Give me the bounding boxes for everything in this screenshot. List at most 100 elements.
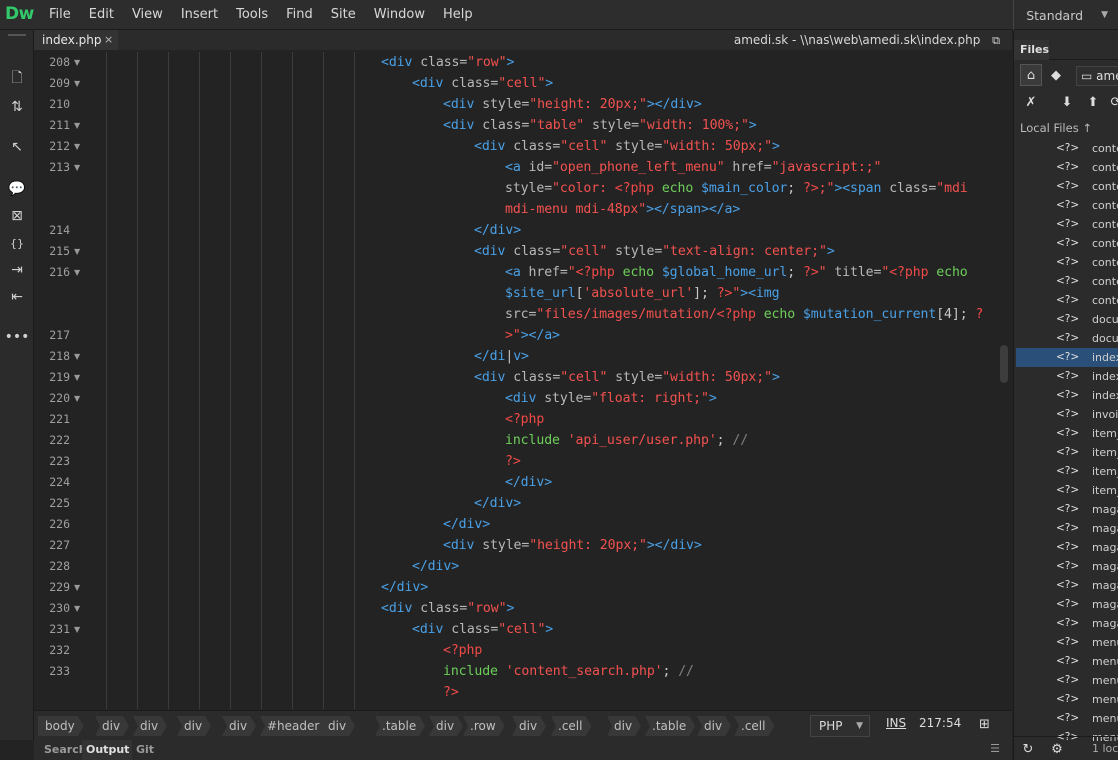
scrollbar-thumb[interactable] xyxy=(1000,345,1008,383)
menu-edit[interactable]: Edit xyxy=(80,0,123,30)
menu-find[interactable]: Find xyxy=(277,0,322,30)
file-item[interactable]: <?> maga xyxy=(1016,557,1118,576)
breadcrumb-item[interactable]: .cell xyxy=(551,716,591,736)
git-icon[interactable]: ◆ xyxy=(1045,64,1067,86)
breadcrumb-item[interactable]: #header xyxy=(260,716,328,736)
tab-output[interactable]: Output xyxy=(82,740,132,760)
menu-view[interactable]: View xyxy=(123,0,172,30)
file-item[interactable]: <?> docun xyxy=(1016,310,1118,329)
menu-help[interactable]: Help xyxy=(434,0,482,30)
fold-arrow-icon[interactable]: ▼ xyxy=(74,577,80,598)
fold-arrow-icon[interactable]: ▼ xyxy=(74,115,80,136)
outdent-icon[interactable]: ⇤ xyxy=(0,286,34,308)
breadcrumb-item[interactable]: body xyxy=(38,716,84,736)
inspect-icon[interactable]: ↖ xyxy=(0,136,34,158)
file-item[interactable]: <?> conte xyxy=(1016,215,1118,234)
fold-arrow-icon[interactable]: ▼ xyxy=(74,388,80,409)
tab-index-php[interactable]: index.php × xyxy=(34,30,118,50)
fold-arrow-icon[interactable]: ▼ xyxy=(74,262,80,283)
breadcrumb-item[interactable]: div xyxy=(607,716,641,736)
close-tab-icon[interactable]: × xyxy=(104,30,113,50)
file-item[interactable]: <?> menu xyxy=(1016,652,1118,671)
file-item[interactable]: <?> menu xyxy=(1016,690,1118,709)
fold-arrow-icon[interactable]: ▼ xyxy=(74,73,80,94)
menu-insert[interactable]: Insert xyxy=(172,0,227,30)
file-item[interactable]: <?> maga xyxy=(1016,500,1118,519)
breadcrumb-item[interactable]: div xyxy=(222,716,256,736)
tab-git[interactable]: Git xyxy=(132,740,168,760)
site-select[interactable]: ▭ amedi xyxy=(1076,66,1118,86)
refresh-icon[interactable]: ↻ xyxy=(1017,738,1039,760)
local-files-header[interactable]: Local Files ↑ xyxy=(1020,121,1092,135)
file-item[interactable]: <?> item_ xyxy=(1016,424,1118,443)
menu-window[interactable]: Window xyxy=(365,0,434,30)
file-item[interactable]: <?> index xyxy=(1016,348,1118,367)
file-activity-icon[interactable]: ⚙ xyxy=(1046,738,1068,760)
file-item[interactable]: <?> conte xyxy=(1016,234,1118,253)
breadcrumb-item[interactable]: div xyxy=(321,716,355,736)
file-item[interactable]: <?> item_ xyxy=(1016,443,1118,462)
file-item[interactable]: <?> conte xyxy=(1016,158,1118,177)
fold-arrow-icon[interactable]: ▼ xyxy=(74,367,80,388)
file-item[interactable]: <?> maga xyxy=(1016,595,1118,614)
file-item[interactable]: <?> menu xyxy=(1016,709,1118,728)
breadcrumb-item[interactable]: .cell xyxy=(734,716,774,736)
put-files-arrow-up-icon[interactable]: ⬆ xyxy=(1082,91,1104,113)
breadcrumb-item[interactable]: .row xyxy=(463,716,505,736)
arrows-icon[interactable]: ⇅ xyxy=(0,96,34,118)
menu-file[interactable]: File xyxy=(40,0,80,30)
disconnect-icon[interactable]: ✗ xyxy=(1020,91,1042,113)
file-item[interactable]: <?> index xyxy=(1016,386,1118,405)
file-item[interactable]: <?> conte xyxy=(1016,253,1118,272)
tab-search[interactable]: Search xyxy=(40,740,87,760)
language-select[interactable]: PHP ▼ xyxy=(810,715,870,737)
fold-arrow-icon[interactable]: ▼ xyxy=(74,598,80,619)
workspace-switcher[interactable]: Standard ▼ xyxy=(1013,0,1108,30)
file-item[interactable]: <?> index xyxy=(1016,367,1118,386)
file-item[interactable]: <?> menu xyxy=(1016,671,1118,690)
breadcrumb-item[interactable]: div xyxy=(133,716,167,736)
file-item[interactable]: <?> maga xyxy=(1016,576,1118,595)
file-icon[interactable]: 🗋 xyxy=(0,68,34,90)
site-manager-icon[interactable]: ⌂ xyxy=(1020,64,1042,86)
braces-icon[interactable]: {} xyxy=(0,232,34,254)
breadcrumb-item[interactable]: div xyxy=(177,716,211,736)
file-item[interactable]: <?> conte xyxy=(1016,272,1118,291)
file-item[interactable]: <?> menu xyxy=(1016,633,1118,652)
breadcrumb-item[interactable]: div xyxy=(512,716,546,736)
comment-icon[interactable]: 💬 xyxy=(0,178,34,200)
menu-site[interactable]: Site xyxy=(322,0,365,30)
breadcrumb-item[interactable]: div xyxy=(697,716,731,736)
menu-tools[interactable]: Tools xyxy=(227,0,277,30)
file-item[interactable]: <?> conte xyxy=(1016,139,1118,158)
code-editor[interactable]: 208 ▼ 209 ▼ 210 211 ▼ 212 ▼ 213 ▼ 214 215 ▼ 216 ▼ 217 218… xyxy=(34,52,997,709)
sync-icon[interactable]: ⟳ xyxy=(1105,91,1118,113)
indent-icon[interactable]: ⇥ xyxy=(0,259,34,281)
fold-arrow-icon[interactable]: ▼ xyxy=(74,241,80,262)
file-item[interactable]: <?> conte xyxy=(1016,196,1118,215)
insert-mode-toggle[interactable]: INS xyxy=(886,716,906,730)
fold-arrow-icon[interactable]: ▼ xyxy=(74,619,80,640)
fold-arrow-icon[interactable]: ▼ xyxy=(74,346,80,367)
realtime-preview-icon[interactable]: ⊞ xyxy=(979,717,990,732)
file-item[interactable]: <?> invoic xyxy=(1016,405,1118,424)
file-item[interactable]: <?> conte xyxy=(1016,177,1118,196)
get-files-arrow-down-icon[interactable]: ⬇ xyxy=(1056,91,1078,113)
tab-files[interactable]: Files xyxy=(1014,40,1049,60)
panel-menu-icon[interactable]: ☰ xyxy=(990,742,1000,755)
editor-scrollbar[interactable] xyxy=(997,52,1012,709)
file-item[interactable]: <?> maga xyxy=(1016,538,1118,557)
more-icon[interactable]: ••• xyxy=(0,326,34,348)
breadcrumb-item[interactable]: .table xyxy=(375,716,425,736)
fold-arrow-icon[interactable]: ▼ xyxy=(74,157,80,178)
fold-arrow-icon[interactable]: ▼ xyxy=(74,136,80,157)
breadcrumb-item[interactable]: div xyxy=(95,716,129,736)
file-item[interactable]: <?> conte xyxy=(1016,291,1118,310)
file-item[interactable]: <?> maga xyxy=(1016,614,1118,633)
comment-remove-icon[interactable]: ⊠ xyxy=(0,205,34,227)
file-item[interactable]: <?> maga xyxy=(1016,519,1118,538)
restore-window-icon[interactable]: ⧉ xyxy=(992,34,1000,47)
fold-arrow-icon[interactable]: ▼ xyxy=(74,52,80,73)
file-item[interactable]: <?> docun xyxy=(1016,329,1118,348)
breadcrumb-item[interactable]: .table xyxy=(645,716,695,736)
